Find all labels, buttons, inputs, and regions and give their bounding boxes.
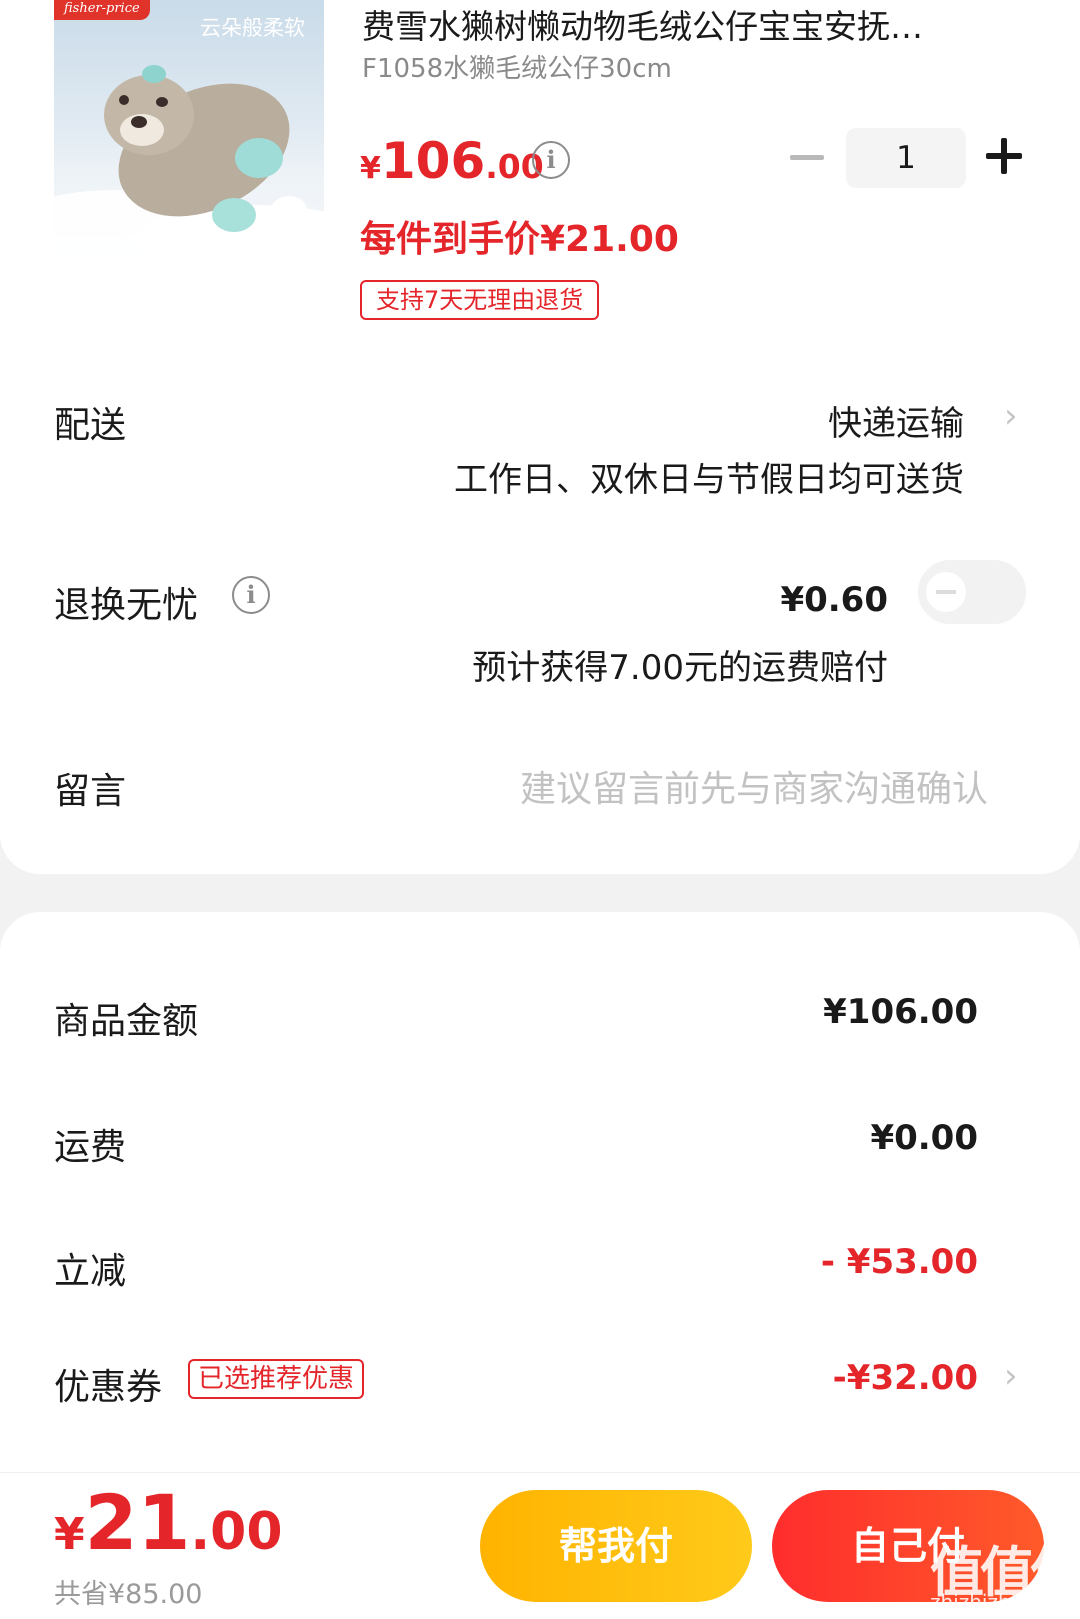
discount-value: - ¥53.00 [820,1242,978,1282]
return-insurance-label: 退换无忧 [54,585,199,626]
quantity-decrease-button[interactable] [790,155,824,160]
shipping-label: 运费 [54,1127,127,1168]
return-insurance-note: 预计获得7.00元的运费赔付 [472,648,888,688]
coupon-value[interactable]: -¥32.00 [833,1358,978,1398]
return-insurance-toggle[interactable] [918,560,1026,624]
unit-price-text: 每件到手价¥21.00 [360,219,679,260]
total-decimal: .00 [190,1502,283,1562]
quantity-input[interactable]: 1 [846,128,966,188]
price-integer: 106 [380,132,486,190]
goods-amount-label: 商品金额 [54,1001,199,1042]
goods-amount-value: ¥106.00 [823,992,978,1032]
discount-label: 立减 [54,1251,127,1292]
message-input[interactable]: 建议留言前先与商家沟通确认 [520,760,988,812]
product-price: ¥106.00 [360,132,544,190]
total-saved: 共省¥85.00 [54,1579,203,1610]
help-pay-button[interactable]: 帮我付 [480,1490,752,1602]
return-policy-tag: 支持7天无理由退货 [360,280,600,320]
delivery-label: 配送 [54,405,127,446]
price-info-icon[interactable]: i [532,141,570,179]
coupon-chevron-icon[interactable]: › [1004,1356,1018,1396]
return-insurance-info-icon[interactable]: i [232,576,270,614]
product-title[interactable]: 费雪水獭树懒动物毛绒公仔宝宝安抚… [362,0,923,48]
shipping-value: ¥0.00 [870,1118,978,1158]
total-symbol: ¥ [54,1509,85,1560]
toggle-knob [926,572,966,612]
total-integer: 21 [84,1478,191,1567]
total-price: ¥21.00 [54,1478,283,1567]
delivery-note: 工作日、双休日与节假日均可送货 [454,460,964,500]
delivery-chevron-icon[interactable]: › [1004,396,1018,436]
delivery-method[interactable]: 快递运输 [828,396,964,445]
product-spec: F1058水獭毛绒公仔30cm [362,54,672,84]
otter-plush-illustration [54,65,324,258]
quantity-increase-button[interactable] [986,138,1022,174]
product-image[interactable]: fisher-price 云朵般柔软 [54,0,324,258]
coupon-selected-tag[interactable]: 已选推荐优惠 [188,1359,365,1399]
return-insurance-price: ¥0.60 [780,580,888,620]
watermark-url: zhizhizhi.com [930,1590,1066,1614]
coupon-label: 优惠券 [54,1367,163,1408]
price-symbol: ¥ [360,151,381,186]
message-label: 留言 [54,771,127,812]
